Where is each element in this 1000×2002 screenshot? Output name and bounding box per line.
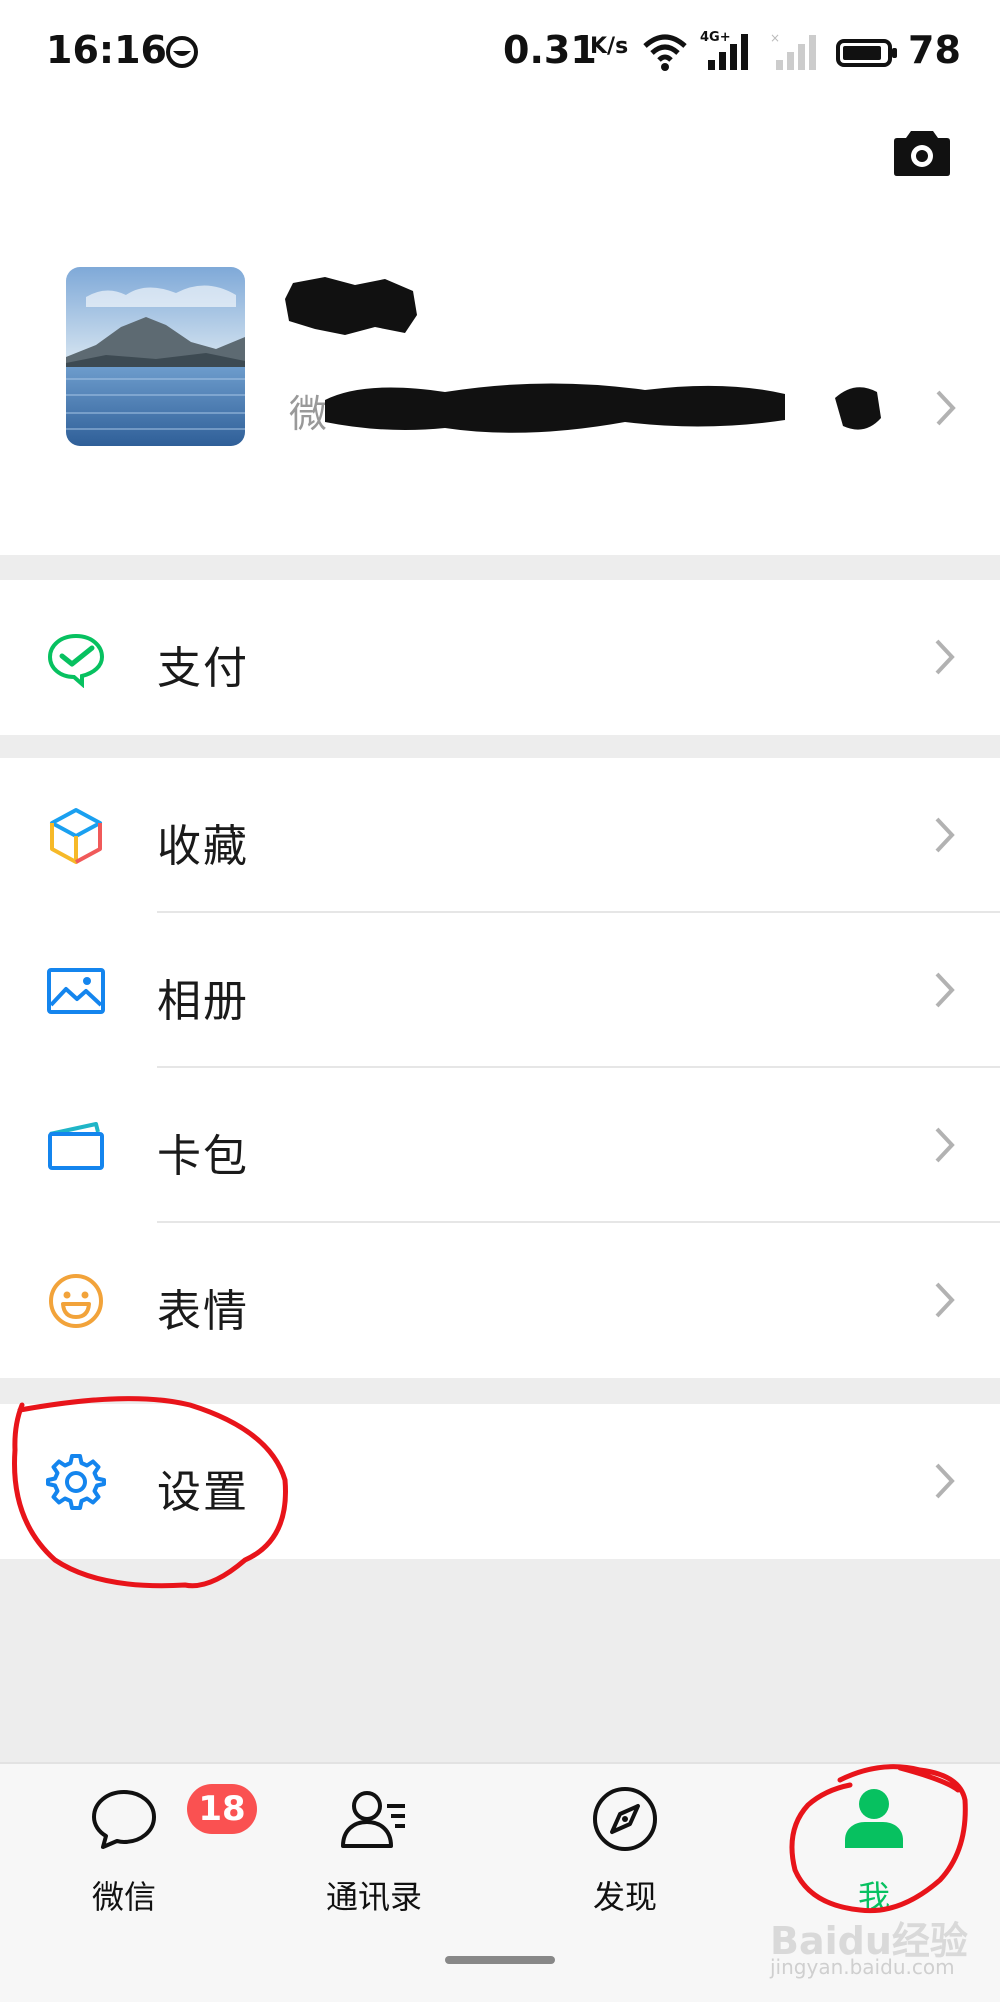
tab-label: 通讯录 bbox=[325, 1878, 422, 1916]
name-redaction bbox=[285, 277, 417, 335]
wechat-id-redaction bbox=[325, 383, 881, 433]
chevron-right-icon bbox=[935, 1127, 955, 1163]
chevron-right-icon bbox=[936, 390, 956, 426]
svg-text:×: × bbox=[770, 32, 780, 45]
wifi-icon bbox=[643, 34, 687, 71]
menu-item-label: 支付 bbox=[157, 643, 249, 694]
gear-icon bbox=[46, 1454, 106, 1510]
watermark-sub: jingyan.baidu.com bbox=[770, 1955, 955, 1979]
tab-label: 发现 bbox=[592, 1878, 657, 1916]
chevron-right-icon bbox=[935, 817, 955, 853]
status-time: 16:16 bbox=[46, 28, 167, 72]
picture-icon bbox=[47, 968, 105, 1014]
contacts-icon bbox=[341, 1791, 405, 1848]
dnd-icon bbox=[166, 36, 198, 68]
chevron-right-icon bbox=[935, 639, 955, 675]
chevron-right-icon bbox=[935, 972, 955, 1008]
avatar-image bbox=[66, 267, 245, 446]
status-bar: 16:16 0.31 K/s 4G+ × 78 bbox=[0, 0, 1000, 105]
menu-item-favorites[interactable]: 收藏 bbox=[0, 758, 1000, 913]
card-wallet-icon bbox=[48, 1122, 104, 1170]
battery-icon bbox=[836, 39, 897, 67]
menu-group-settings: 设置 bbox=[0, 1404, 1000, 1559]
tab-chats[interactable]: 18 微信 bbox=[44, 1784, 257, 1924]
person-icon bbox=[845, 1789, 903, 1848]
camera-icon[interactable] bbox=[893, 127, 951, 177]
menu-item-pay[interactable]: 支付 bbox=[0, 580, 1000, 735]
chevron-right-icon bbox=[935, 1282, 955, 1318]
chevron-right-icon bbox=[935, 1463, 955, 1499]
cube-icon bbox=[50, 808, 102, 864]
tab-label: 微信 bbox=[91, 1878, 156, 1916]
menu-group-main: 收藏 相册 卡包 表情 bbox=[0, 758, 1000, 1378]
profile-header[interactable]: 微 bbox=[0, 105, 1000, 555]
menu-item-label: 卡包 bbox=[157, 1131, 249, 1182]
menu-item-label: 相册 bbox=[157, 976, 249, 1027]
signal-no-sim-icon: × bbox=[770, 32, 816, 70]
menu-item-settings[interactable]: 设置 bbox=[0, 1404, 1000, 1559]
unread-badge: 18 bbox=[187, 1784, 257, 1834]
menu-item-stickers[interactable]: 表情 bbox=[0, 1223, 1000, 1378]
signal-icon: 4G+ bbox=[700, 30, 748, 70]
status-net-speed: 0.31 bbox=[503, 28, 597, 72]
battery-level: 78 bbox=[908, 28, 961, 72]
wechat-pay-icon bbox=[47, 633, 105, 688]
menu-group-pay: 支付 bbox=[0, 580, 1000, 735]
menu-item-label: 表情 bbox=[157, 1286, 249, 1337]
home-indicator[interactable] bbox=[445, 1956, 555, 1964]
svg-text:4G+: 4G+ bbox=[700, 30, 731, 45]
tab-discover[interactable]: 发现 bbox=[545, 1784, 705, 1924]
smiley-icon bbox=[49, 1274, 103, 1328]
chat-bubble-icon bbox=[92, 1790, 156, 1849]
avatar[interactable] bbox=[66, 267, 245, 446]
menu-item-label: 收藏 bbox=[157, 821, 249, 872]
menu-item-album[interactable]: 相册 bbox=[0, 913, 1000, 1068]
tab-me[interactable]: 我 bbox=[794, 1784, 954, 1924]
menu-item-cards[interactable]: 卡包 bbox=[0, 1068, 1000, 1223]
status-net-speed-unit: K/s bbox=[590, 34, 629, 59]
tab-contacts[interactable]: 通讯录 bbox=[294, 1784, 454, 1924]
wechat-id-prefix: 微 bbox=[289, 392, 328, 436]
menu-item-label: 设置 bbox=[157, 1467, 249, 1518]
compass-icon bbox=[593, 1787, 657, 1851]
